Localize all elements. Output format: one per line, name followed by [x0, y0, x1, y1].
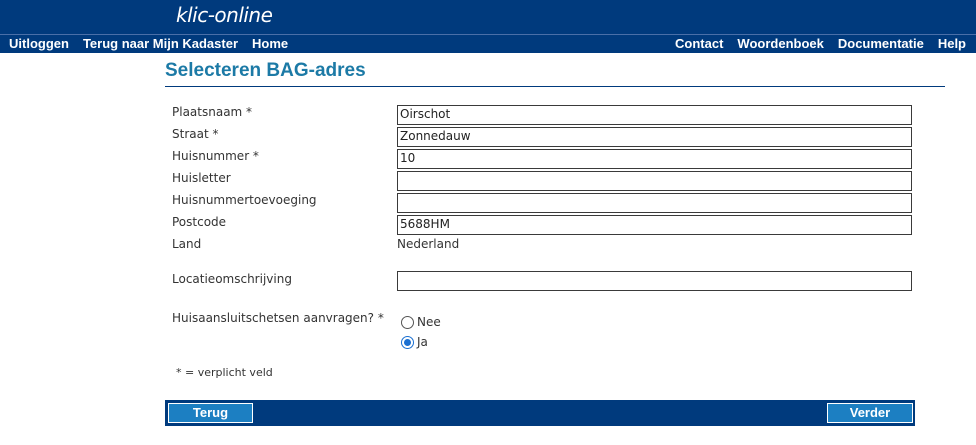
land-label: Land	[172, 237, 202, 251]
postcode-label: Postcode	[172, 215, 227, 229]
nav-link-uitloggen[interactable]: Uitloggen	[9, 36, 69, 51]
terug-button[interactable]: Terug	[168, 403, 253, 423]
verder-button[interactable]: Verder	[827, 403, 913, 423]
title-divider	[165, 86, 945, 87]
radio-option-nee[interactable]: Nee	[401, 315, 441, 329]
straat-field[interactable]: Zonnedauw	[397, 127, 912, 147]
huisnummertoevoeging-field[interactable]	[397, 193, 912, 213]
huisnummer-label: Huisnummer *	[172, 149, 259, 163]
nav-link-contact[interactable]: Contact	[675, 36, 723, 51]
plaatsnaam-field[interactable]: Oirschot	[397, 105, 912, 125]
postcode-field[interactable]: 5688HM	[397, 215, 912, 235]
huisnummer-field[interactable]: 10	[397, 149, 912, 169]
nav-link-documentatie[interactable]: Documentatie	[838, 36, 924, 51]
nav-right-group: Contact Woordenboek Documentatie Help	[661, 36, 966, 51]
radio-nee-button[interactable]	[401, 315, 414, 329]
page-title: Selecteren BAG-adres	[165, 60, 366, 81]
radio-ja-label: Ja	[417, 335, 428, 349]
huisletter-label: Huisletter	[172, 171, 231, 185]
huisaansluitschetsen-label: Huisaansluitschetsen aanvragen? *	[172, 311, 384, 325]
huisnummertoevoeging-label: Huisnummertoevoeging	[172, 193, 317, 207]
nav-link-help[interactable]: Help	[938, 36, 966, 51]
required-field-note: * = verplicht veld	[176, 366, 273, 379]
nav-left-group: Uitloggen Terug naar Mijn Kadaster Home	[9, 36, 302, 51]
klic-online-logo: klic-online	[176, 3, 273, 27]
nav-link-home[interactable]: Home	[252, 36, 288, 51]
radio-option-ja[interactable]: Ja	[401, 335, 428, 349]
nav-bar: Uitloggen Terug naar Mijn Kadaster Home …	[0, 34, 976, 53]
locatieomschrijving-field[interactable]	[397, 271, 912, 291]
straat-label: Straat *	[172, 127, 219, 141]
nav-link-terug-mijn-kadaster[interactable]: Terug naar Mijn Kadaster	[83, 36, 238, 51]
header-bar: klic-online	[0, 0, 976, 34]
radio-nee-label: Nee	[417, 315, 441, 329]
plaatsnaam-label: Plaatsnaam *	[172, 105, 253, 119]
nav-link-woordenboek[interactable]: Woordenboek	[737, 36, 823, 51]
huisletter-field[interactable]	[397, 171, 912, 191]
locatieomschrijving-label: Locatieomschrijving	[172, 272, 292, 286]
radio-ja-button[interactable]	[401, 335, 414, 349]
land-value: Nederland	[397, 237, 460, 251]
action-bar: Terug Verder	[165, 400, 915, 426]
